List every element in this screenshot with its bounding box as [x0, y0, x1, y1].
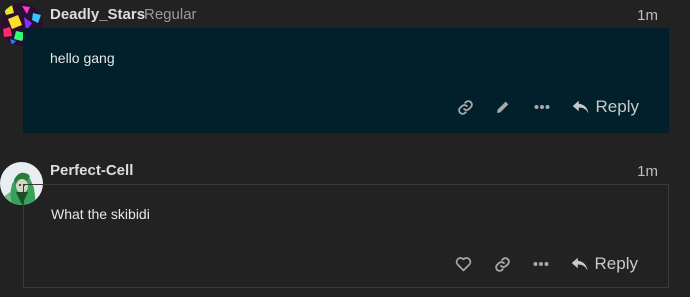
- edit-button[interactable]: [486, 90, 520, 124]
- more-button[interactable]: [525, 90, 559, 124]
- post-1: Deadly_Stars Regular 1m hello gang Reply: [0, 0, 690, 140]
- copy-link-button[interactable]: [448, 90, 482, 124]
- username[interactable]: Perfect-Cell: [50, 162, 133, 179]
- reply-icon: [572, 100, 589, 113]
- more-button[interactable]: [524, 247, 558, 281]
- post-text: hello gang: [50, 50, 115, 66]
- heart-icon: [455, 257, 471, 272]
- reply-button[interactable]: Reply: [572, 90, 639, 124]
- post-text: What the skibidi: [51, 206, 150, 222]
- more-icon: [534, 105, 550, 109]
- username[interactable]: Deadly_Stars: [50, 6, 145, 23]
- user-title: Regular: [144, 6, 197, 23]
- reply-button[interactable]: Reply: [571, 247, 638, 281]
- post-date[interactable]: 1m: [637, 7, 658, 24]
- link-icon: [494, 256, 510, 272]
- reply-label: Reply: [595, 97, 639, 116]
- more-icon: [533, 262, 549, 266]
- copy-link-button[interactable]: [485, 247, 519, 281]
- link-icon: [457, 99, 473, 115]
- reply-icon: [571, 257, 588, 270]
- reply-label: Reply: [594, 254, 638, 273]
- post-2: Perfect-Cell 1m What the skibidi Reply: [0, 155, 690, 297]
- like-button[interactable]: [446, 247, 480, 281]
- edit-icon: [497, 100, 510, 113]
- post-date[interactable]: 1m: [637, 163, 658, 180]
- post-body: What the skibidi Reply: [23, 184, 669, 288]
- post-body: hello gang Reply: [23, 28, 669, 133]
